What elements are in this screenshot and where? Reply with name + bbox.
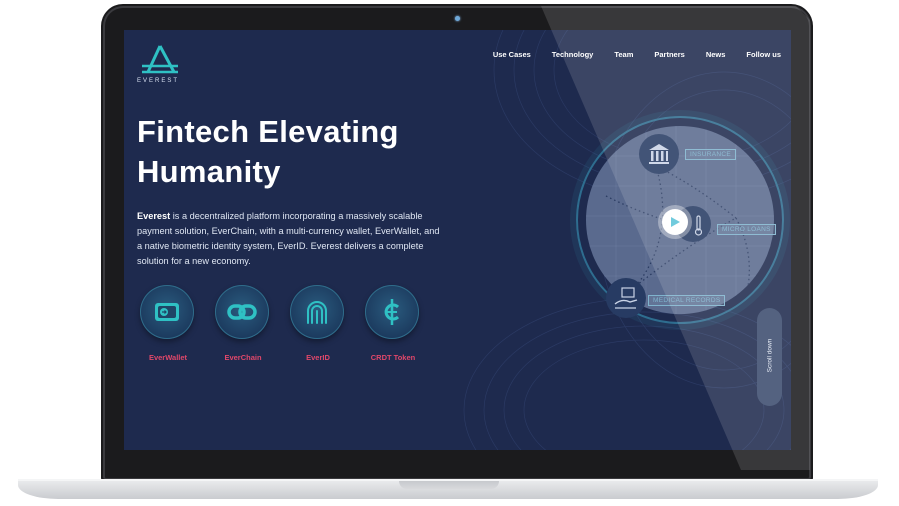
hero-title-line-2: Humanity xyxy=(137,154,281,189)
scroll-down-button[interactable]: Scroll down xyxy=(757,308,782,406)
hero-description-text: is a decentralized platform incorporatin… xyxy=(137,211,440,266)
product-circle xyxy=(290,285,344,339)
product-label: EverWallet xyxy=(148,353,188,362)
nav-item-partners[interactable]: Partners xyxy=(654,50,684,59)
website-screen: EVEREST Use Cases Technology Team Partne… xyxy=(124,30,791,450)
chain-link-icon xyxy=(227,304,257,320)
scroll-down-label: Scroll down xyxy=(766,338,774,373)
hero-title-line-1: Fintech Elevating xyxy=(137,114,399,149)
webcam-dot xyxy=(455,16,460,21)
crdt-token-icon xyxy=(384,299,400,325)
play-icon xyxy=(671,217,680,227)
product-circle xyxy=(215,285,269,339)
product-label: EverChain xyxy=(224,353,262,362)
hand-document-icon[interactable] xyxy=(606,278,646,318)
nav-item-use-cases[interactable]: Use Cases xyxy=(493,50,531,59)
product-circle xyxy=(365,285,419,339)
brand-name: EVEREST xyxy=(137,78,180,84)
product-label: EverID xyxy=(306,353,330,362)
product-label: CRDT Token xyxy=(370,353,416,362)
laptop-opening-notch xyxy=(399,481,499,489)
nav-item-technology[interactable]: Technology xyxy=(552,50,594,59)
wallet-icon xyxy=(155,303,179,321)
micro-loans-tag[interactable]: MICRO LOANS xyxy=(717,224,776,235)
fingerprint-icon xyxy=(307,301,327,324)
product-circle xyxy=(140,285,194,339)
nav-item-news[interactable]: News xyxy=(706,50,726,59)
bank-icon[interactable] xyxy=(639,134,679,174)
top-navigation: Use Cases Technology Team Partners News … xyxy=(472,50,781,59)
insurance-tag[interactable]: INSURANCE xyxy=(685,149,736,160)
hero-description: Everest is a decentralized platform inco… xyxy=(137,209,447,269)
play-video-button[interactable] xyxy=(662,209,688,235)
nav-item-follow-us[interactable]: Follow us xyxy=(746,50,781,59)
hero-title: Fintech Elevating Humanity xyxy=(137,112,457,192)
medical-records-tag[interactable]: MEDICAL RECORDS xyxy=(648,295,726,306)
nav-item-team[interactable]: Team xyxy=(614,50,633,59)
hero-description-brand: Everest xyxy=(137,211,171,221)
